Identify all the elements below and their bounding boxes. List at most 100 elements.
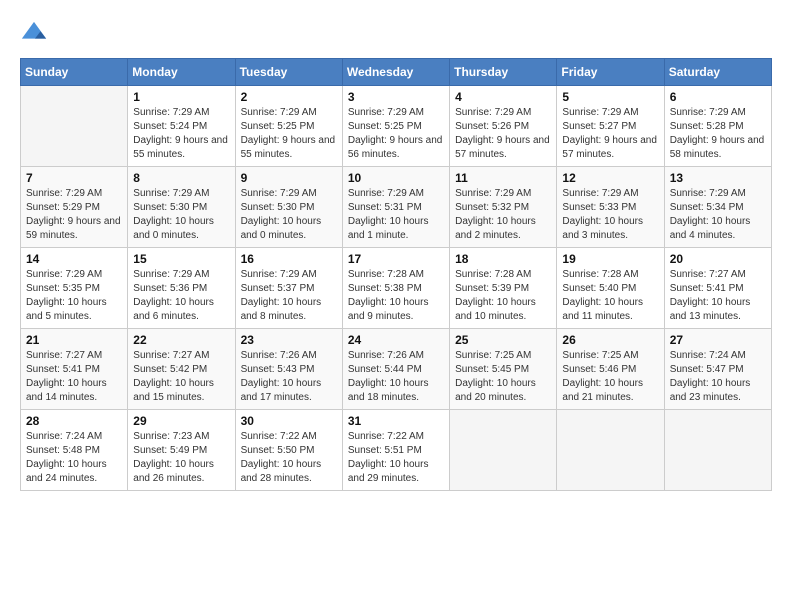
- sunrise-time: Sunrise: 7:23 AM: [133, 431, 209, 442]
- sunrise-time: Sunrise: 7:28 AM: [562, 269, 638, 280]
- calendar-cell: [557, 410, 664, 491]
- daylight-hours: Daylight: 10 hours and 8 minutes.: [241, 297, 322, 322]
- sunset-time: Sunset: 5:37 PM: [241, 283, 315, 294]
- sunset-time: Sunset: 5:28 PM: [670, 121, 744, 132]
- calendar-cell: 20 Sunrise: 7:27 AM Sunset: 5:41 PM Dayl…: [664, 248, 771, 329]
- sunset-time: Sunset: 5:26 PM: [455, 121, 529, 132]
- sunrise-time: Sunrise: 7:24 AM: [26, 431, 102, 442]
- day-info: Sunrise: 7:25 AM Sunset: 5:46 PM Dayligh…: [562, 349, 658, 405]
- daylight-hours: Daylight: 10 hours and 1 minute.: [348, 216, 429, 241]
- calendar-cell: 18 Sunrise: 7:28 AM Sunset: 5:39 PM Dayl…: [450, 248, 557, 329]
- day-number: 11: [455, 171, 551, 185]
- sunrise-time: Sunrise: 7:26 AM: [348, 350, 424, 361]
- day-info: Sunrise: 7:29 AM Sunset: 5:29 PM Dayligh…: [26, 187, 122, 243]
- day-number: 4: [455, 90, 551, 104]
- daylight-hours: Daylight: 9 hours and 58 minutes.: [670, 135, 765, 160]
- day-info: Sunrise: 7:29 AM Sunset: 5:31 PM Dayligh…: [348, 187, 444, 243]
- day-info: Sunrise: 7:29 AM Sunset: 5:32 PM Dayligh…: [455, 187, 551, 243]
- calendar-cell: [450, 410, 557, 491]
- day-number: 24: [348, 333, 444, 347]
- calendar-cell: 2 Sunrise: 7:29 AM Sunset: 5:25 PM Dayli…: [235, 86, 342, 167]
- day-info: Sunrise: 7:29 AM Sunset: 5:37 PM Dayligh…: [241, 268, 337, 324]
- day-info: Sunrise: 7:29 AM Sunset: 5:30 PM Dayligh…: [241, 187, 337, 243]
- day-number: 19: [562, 252, 658, 266]
- calendar-cell: 30 Sunrise: 7:22 AM Sunset: 5:50 PM Dayl…: [235, 410, 342, 491]
- day-info: Sunrise: 7:24 AM Sunset: 5:47 PM Dayligh…: [670, 349, 766, 405]
- sunset-time: Sunset: 5:34 PM: [670, 202, 744, 213]
- sunset-time: Sunset: 5:39 PM: [455, 283, 529, 294]
- day-info: Sunrise: 7:29 AM Sunset: 5:24 PM Dayligh…: [133, 106, 229, 162]
- calendar-header-row: SundayMondayTuesdayWednesdayThursdayFrid…: [21, 59, 772, 86]
- daylight-hours: Daylight: 10 hours and 24 minutes.: [26, 459, 107, 484]
- day-info: Sunrise: 7:29 AM Sunset: 5:35 PM Dayligh…: [26, 268, 122, 324]
- daylight-hours: Daylight: 10 hours and 2 minutes.: [455, 216, 536, 241]
- sunrise-time: Sunrise: 7:29 AM: [562, 107, 638, 118]
- header-monday: Monday: [128, 59, 235, 86]
- daylight-hours: Daylight: 10 hours and 5 minutes.: [26, 297, 107, 322]
- day-info: Sunrise: 7:22 AM Sunset: 5:51 PM Dayligh…: [348, 430, 444, 486]
- day-number: 27: [670, 333, 766, 347]
- day-info: Sunrise: 7:29 AM Sunset: 5:27 PM Dayligh…: [562, 106, 658, 162]
- day-number: 8: [133, 171, 229, 185]
- header-tuesday: Tuesday: [235, 59, 342, 86]
- day-number: 23: [241, 333, 337, 347]
- calendar-cell: 28 Sunrise: 7:24 AM Sunset: 5:48 PM Dayl…: [21, 410, 128, 491]
- calendar-cell: 16 Sunrise: 7:29 AM Sunset: 5:37 PM Dayl…: [235, 248, 342, 329]
- sunset-time: Sunset: 5:42 PM: [133, 364, 207, 375]
- sunrise-time: Sunrise: 7:29 AM: [26, 188, 102, 199]
- header-sunday: Sunday: [21, 59, 128, 86]
- sunset-time: Sunset: 5:31 PM: [348, 202, 422, 213]
- day-info: Sunrise: 7:23 AM Sunset: 5:49 PM Dayligh…: [133, 430, 229, 486]
- calendar-cell: 26 Sunrise: 7:25 AM Sunset: 5:46 PM Dayl…: [557, 329, 664, 410]
- header-thursday: Thursday: [450, 59, 557, 86]
- calendar-cell: 4 Sunrise: 7:29 AM Sunset: 5:26 PM Dayli…: [450, 86, 557, 167]
- calendar-cell: 1 Sunrise: 7:29 AM Sunset: 5:24 PM Dayli…: [128, 86, 235, 167]
- day-info: Sunrise: 7:29 AM Sunset: 5:34 PM Dayligh…: [670, 187, 766, 243]
- sunrise-time: Sunrise: 7:22 AM: [348, 431, 424, 442]
- calendar-cell: [664, 410, 771, 491]
- sunset-time: Sunset: 5:41 PM: [670, 283, 744, 294]
- day-number: 30: [241, 414, 337, 428]
- day-number: 20: [670, 252, 766, 266]
- day-number: 5: [562, 90, 658, 104]
- day-number: 26: [562, 333, 658, 347]
- sunrise-time: Sunrise: 7:22 AM: [241, 431, 317, 442]
- sunset-time: Sunset: 5:30 PM: [241, 202, 315, 213]
- calendar-cell: 22 Sunrise: 7:27 AM Sunset: 5:42 PM Dayl…: [128, 329, 235, 410]
- sunset-time: Sunset: 5:47 PM: [670, 364, 744, 375]
- day-info: Sunrise: 7:27 AM Sunset: 5:41 PM Dayligh…: [670, 268, 766, 324]
- sunrise-time: Sunrise: 7:27 AM: [26, 350, 102, 361]
- sunset-time: Sunset: 5:32 PM: [455, 202, 529, 213]
- day-number: 21: [26, 333, 122, 347]
- daylight-hours: Daylight: 10 hours and 14 minutes.: [26, 378, 107, 403]
- sunrise-time: Sunrise: 7:29 AM: [670, 188, 746, 199]
- sunset-time: Sunset: 5:46 PM: [562, 364, 636, 375]
- day-number: 17: [348, 252, 444, 266]
- daylight-hours: Daylight: 10 hours and 15 minutes.: [133, 378, 214, 403]
- daylight-hours: Daylight: 10 hours and 4 minutes.: [670, 216, 751, 241]
- sunset-time: Sunset: 5:29 PM: [26, 202, 100, 213]
- calendar-cell: 15 Sunrise: 7:29 AM Sunset: 5:36 PM Dayl…: [128, 248, 235, 329]
- day-number: 18: [455, 252, 551, 266]
- daylight-hours: Daylight: 10 hours and 11 minutes.: [562, 297, 643, 322]
- calendar-cell: 23 Sunrise: 7:26 AM Sunset: 5:43 PM Dayl…: [235, 329, 342, 410]
- week-row-3: 14 Sunrise: 7:29 AM Sunset: 5:35 PM Dayl…: [21, 248, 772, 329]
- sunrise-time: Sunrise: 7:26 AM: [241, 350, 317, 361]
- sunrise-time: Sunrise: 7:29 AM: [348, 107, 424, 118]
- week-row-5: 28 Sunrise: 7:24 AM Sunset: 5:48 PM Dayl…: [21, 410, 772, 491]
- sunrise-time: Sunrise: 7:29 AM: [241, 188, 317, 199]
- sunset-time: Sunset: 5:35 PM: [26, 283, 100, 294]
- daylight-hours: Daylight: 9 hours and 59 minutes.: [26, 216, 121, 241]
- sunset-time: Sunset: 5:49 PM: [133, 445, 207, 456]
- sunset-time: Sunset: 5:27 PM: [562, 121, 636, 132]
- daylight-hours: Daylight: 9 hours and 57 minutes.: [562, 135, 657, 160]
- sunrise-time: Sunrise: 7:29 AM: [455, 188, 531, 199]
- calendar-cell: 11 Sunrise: 7:29 AM Sunset: 5:32 PM Dayl…: [450, 167, 557, 248]
- sunset-time: Sunset: 5:51 PM: [348, 445, 422, 456]
- sunset-time: Sunset: 5:43 PM: [241, 364, 315, 375]
- sunrise-time: Sunrise: 7:29 AM: [26, 269, 102, 280]
- calendar-cell: 5 Sunrise: 7:29 AM Sunset: 5:27 PM Dayli…: [557, 86, 664, 167]
- day-info: Sunrise: 7:29 AM Sunset: 5:25 PM Dayligh…: [348, 106, 444, 162]
- day-number: 7: [26, 171, 122, 185]
- sunrise-time: Sunrise: 7:25 AM: [562, 350, 638, 361]
